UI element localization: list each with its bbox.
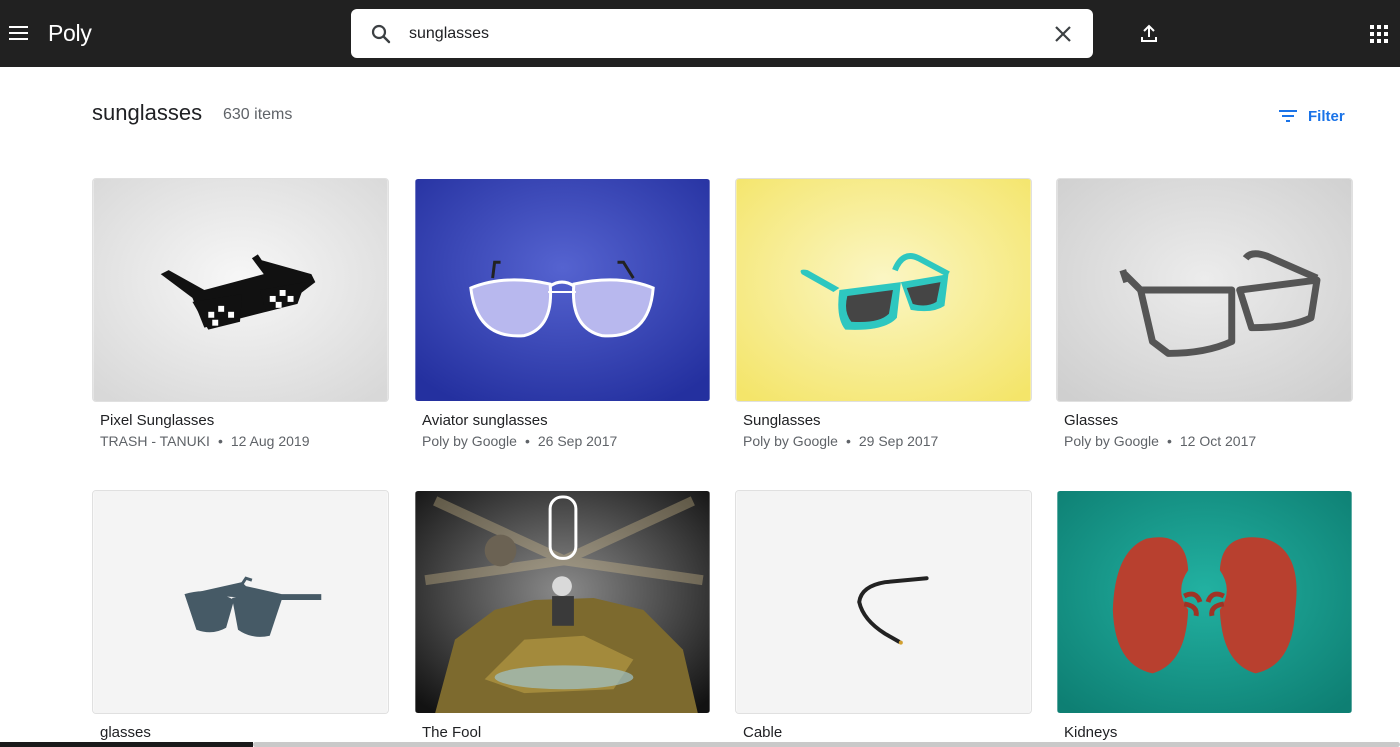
card-title[interactable]: Cable bbox=[743, 724, 782, 741]
app-bar: Poly bbox=[0, 0, 1400, 67]
search-icon[interactable] bbox=[369, 22, 393, 46]
app-title[interactable]: Poly bbox=[48, 20, 92, 47]
card-date: 12 Aug 2019 bbox=[230, 433, 310, 449]
card-author[interactable]: TRASH - TANUKI bbox=[100, 433, 210, 449]
card-thumbnail[interactable] bbox=[735, 490, 1032, 714]
card-title[interactable]: Sunglasses bbox=[743, 412, 821, 429]
close-icon[interactable] bbox=[1051, 22, 1075, 46]
card-author[interactable]: Poly by Google bbox=[743, 433, 838, 449]
card-meta: Poly by Google • 12 Oct 2017 bbox=[1064, 433, 1256, 449]
card-thumbnail[interactable] bbox=[1056, 490, 1353, 714]
glasses-image bbox=[93, 491, 388, 713]
sunglasses-image bbox=[736, 179, 1031, 401]
search-box[interactable] bbox=[351, 9, 1093, 58]
menu-icon[interactable] bbox=[4, 17, 32, 49]
card-thumbnail[interactable] bbox=[414, 178, 711, 402]
glasses-image bbox=[1057, 179, 1352, 401]
card-title[interactable]: Glasses bbox=[1064, 412, 1118, 429]
result-card[interactable]: glasses bbox=[92, 490, 389, 741]
card-author[interactable]: Poly by Google bbox=[422, 433, 517, 449]
kidneys-image bbox=[1057, 491, 1352, 713]
card-author[interactable]: Poly by Google bbox=[1064, 433, 1159, 449]
filter-icon bbox=[1279, 110, 1297, 122]
result-card[interactable]: Pixel Sunglasses TRASH - TANUKI • 12 Aug 2… bbox=[92, 178, 389, 449]
card-date: 26 Sep 2017 bbox=[537, 433, 618, 449]
separator-dot: • bbox=[217, 433, 223, 449]
the-fool-image bbox=[415, 491, 710, 713]
search-input[interactable] bbox=[409, 19, 1029, 48]
card-title[interactable]: Pixel Sunglasses bbox=[100, 412, 214, 429]
pixel-sunglasses-image bbox=[93, 179, 388, 401]
card-title[interactable]: glasses bbox=[100, 724, 151, 741]
aviator-sunglasses-image bbox=[415, 179, 710, 401]
card-meta: TRASH - TANUKI • 12 Aug 2019 bbox=[100, 433, 309, 449]
filter-label: Filter bbox=[1308, 107, 1345, 125]
upload-icon[interactable] bbox=[1137, 22, 1161, 46]
results-count: 630 items bbox=[223, 106, 293, 123]
card-title[interactable]: Kidneys bbox=[1064, 724, 1117, 741]
card-meta: Poly by Google • 26 Sep 2017 bbox=[422, 433, 617, 449]
result-card[interactable]: Glasses Poly by Google • 12 Oct 2017 bbox=[1056, 178, 1353, 449]
filter-button[interactable]: Filter bbox=[1276, 104, 1345, 128]
separator-dot: • bbox=[524, 433, 530, 449]
card-date: 12 Oct 2017 bbox=[1179, 433, 1257, 449]
card-thumbnail[interactable] bbox=[735, 178, 1032, 402]
result-card[interactable]: Cable bbox=[735, 490, 1032, 741]
card-thumbnail[interactable] bbox=[92, 178, 389, 402]
page-bottom-edge bbox=[0, 742, 253, 747]
card-thumbnail[interactable] bbox=[92, 490, 389, 714]
apps-grid-icon[interactable] bbox=[1367, 22, 1391, 46]
card-title[interactable]: The Fool bbox=[422, 724, 481, 741]
result-card[interactable]: Kidneys bbox=[1056, 490, 1353, 741]
result-card[interactable]: The Fool bbox=[414, 490, 711, 741]
cable-image bbox=[736, 491, 1031, 713]
card-date: 29 Sep 2017 bbox=[858, 433, 939, 449]
card-title[interactable]: Aviator sunglasses bbox=[422, 412, 548, 429]
result-card[interactable]: Aviator sunglasses Poly by Google • 26 Sep… bbox=[414, 178, 711, 449]
result-card[interactable]: Sunglasses Poly by Google • 29 Sep 2017 bbox=[735, 178, 1032, 449]
card-thumbnail[interactable] bbox=[414, 490, 711, 714]
horizontal-scrollbar[interactable] bbox=[253, 742, 1400, 747]
card-meta: Poly by Google • 29 Sep 2017 bbox=[743, 433, 938, 449]
results-title: sunglasses bbox=[92, 100, 203, 125]
separator-dot: • bbox=[845, 433, 851, 449]
separator-dot: • bbox=[1166, 433, 1172, 449]
card-thumbnail[interactable] bbox=[1056, 178, 1353, 402]
